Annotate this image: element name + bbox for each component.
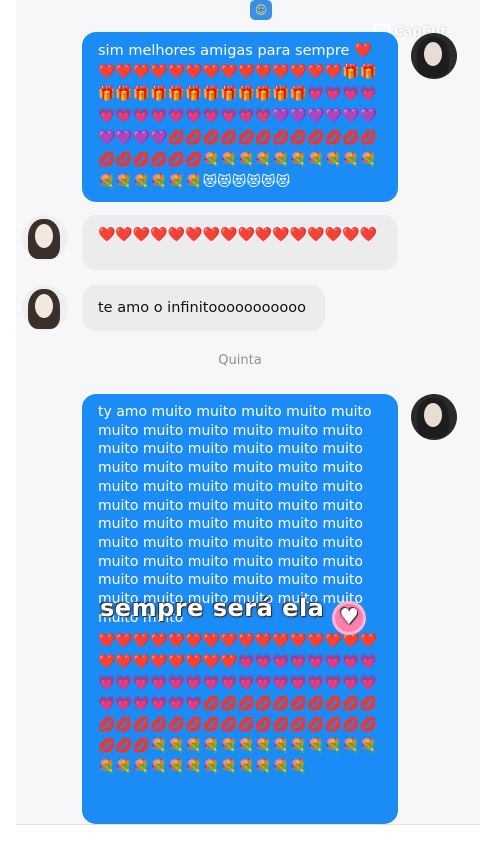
app-emoji-icon: ☺ (250, 0, 272, 20)
emoji-block: ❤️❤️❤️❤️❤️❤️❤️❤️❤️❤️❤️❤️❤️❤️❤️❤️❤️❤️❤️❤️… (98, 633, 377, 776)
message-text: te amo o infinitooooooooooo (98, 300, 307, 316)
contact-avatar[interactable] (22, 215, 68, 261)
sticker-text: sempre será ela (100, 594, 325, 622)
sticker-overlay: sempre será ela ♥ (100, 594, 367, 635)
message-text: sim melhores amigas para sempre ❤️ (98, 43, 373, 59)
contact-avatar[interactable] (22, 285, 68, 331)
message-bubble-received[interactable]: ❤️❤️❤️❤️❤️❤️❤️❤️❤️❤️❤️❤️❤️❤️❤️❤️ (82, 215, 398, 270)
composer-divider (16, 824, 480, 825)
message-bubble-received[interactable]: te amo o infinitooooooooooo (82, 285, 325, 331)
pink-heart-icon: ♥ (332, 601, 367, 635)
message-text: ❤️❤️❤️❤️❤️❤️❤️❤️❤️❤️❤️❤️❤️❤️❤️❤️ (98, 227, 377, 243)
emoji-block: ❤️❤️❤️❤️❤️❤️❤️❤️❤️❤️❤️❤️❤️❤️🎁🎁🎁🎁🎁🎁🎁🎁🎁🎁🎁🎁… (98, 64, 377, 190)
sender-avatar[interactable] (411, 33, 457, 79)
day-separator: Quinta (218, 353, 262, 368)
sender-avatar[interactable] (411, 394, 457, 440)
message-bubble-sent[interactable]: sim melhores amigas para sempre ❤️ ❤️❤️❤… (82, 32, 398, 202)
